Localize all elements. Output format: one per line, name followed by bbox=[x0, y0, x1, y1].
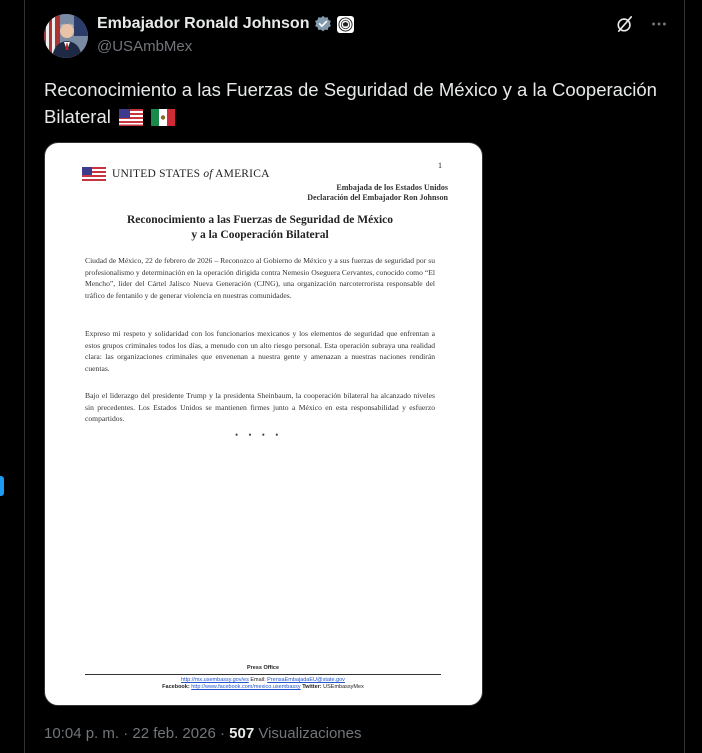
left-divider bbox=[24, 0, 25, 753]
document-footer: Press Office http://mx.usembassy.gov/es … bbox=[85, 665, 441, 691]
post-date[interactable]: 22 feb. 2026 bbox=[132, 725, 215, 742]
document-page: UNITED STATES of AMERICA 1 Embajada de l… bbox=[45, 143, 482, 705]
embassy-heading: Embajada de los Estados Unidos Declaraci… bbox=[307, 183, 448, 202]
views-label: Visualizaciones bbox=[254, 725, 362, 742]
more-icon[interactable] bbox=[650, 15, 668, 38]
footer-rule bbox=[85, 674, 441, 675]
avatar[interactable] bbox=[44, 14, 88, 58]
mexico-flag-icon bbox=[151, 106, 176, 133]
active-indicator bbox=[0, 476, 4, 496]
post-text: Reconocimiento a las Fuerzas de Segurida… bbox=[44, 76, 664, 133]
right-divider bbox=[684, 0, 685, 753]
document-header: UNITED STATES of AMERICA bbox=[82, 167, 270, 181]
author-row: Embajador Ronald Johnson bbox=[97, 15, 355, 33]
post-image[interactable]: UNITED STATES of AMERICA 1 Embajada de l… bbox=[44, 142, 483, 706]
author-handle[interactable]: @USAmbMex bbox=[97, 38, 192, 55]
post-meta: 10:04 p. m. · 22 feb. 2026 · 507 Visuali… bbox=[44, 725, 362, 742]
verified-badge-icon[interactable] bbox=[314, 15, 332, 33]
post-time[interactable]: 10:04 p. m. bbox=[44, 725, 119, 742]
author-name[interactable]: Embajador Ronald Johnson bbox=[97, 15, 309, 33]
embassy-seal-icon[interactable] bbox=[337, 15, 355, 33]
grok-icon[interactable] bbox=[616, 15, 634, 38]
document-paragraph-2: Expreso mi respeto y solidaridad con los… bbox=[85, 329, 435, 373]
page-number: 1 bbox=[438, 161, 442, 170]
document-paragraph-3: Bajo el liderazgo del presidente Trump y… bbox=[85, 391, 435, 423]
post-actions bbox=[616, 15, 668, 38]
us-flag-icon bbox=[118, 106, 143, 133]
country-name: UNITED STATES of AMERICA bbox=[112, 168, 270, 180]
document-title: Reconocimiento a las Fuerzas de Segurida… bbox=[126, 214, 394, 241]
document-paragraph-1: Ciudad de México, 22 de febrero de 2026 … bbox=[85, 256, 435, 300]
view-count: 507 bbox=[229, 725, 255, 742]
us-flag-icon bbox=[82, 167, 106, 181]
document-separator: • • • • bbox=[235, 430, 283, 440]
